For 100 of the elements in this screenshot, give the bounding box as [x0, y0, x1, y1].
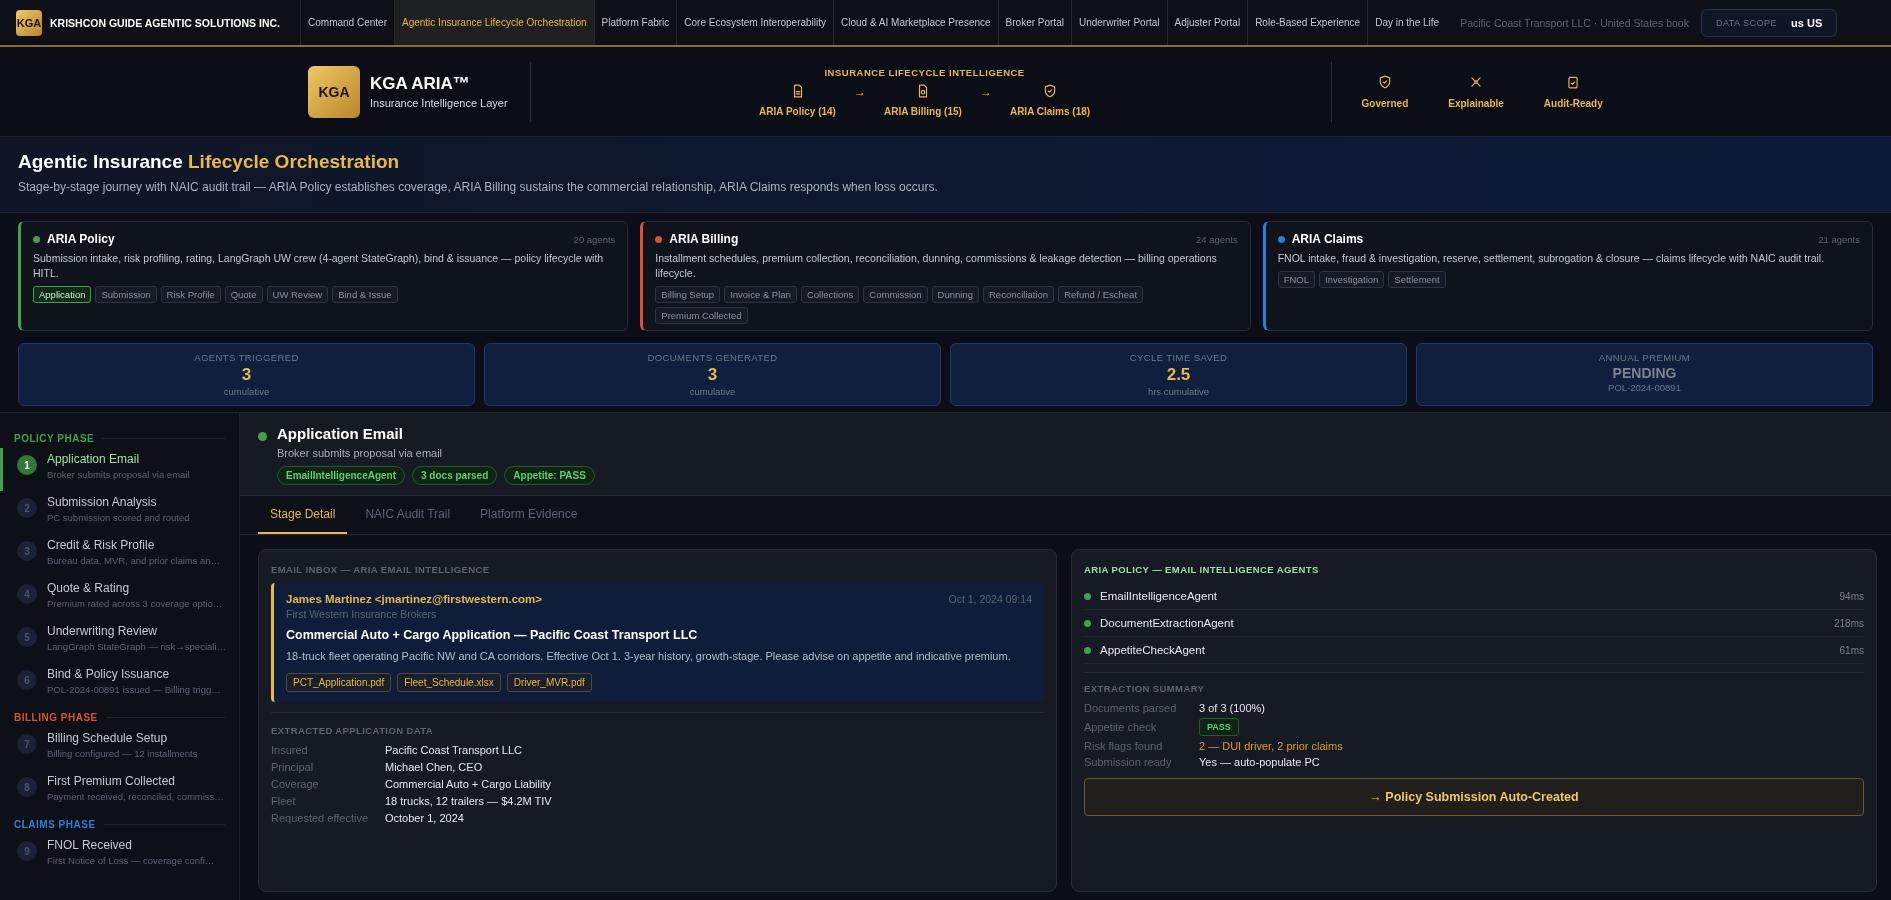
- product-logo: KGA: [308, 65, 360, 118]
- step-title: Quote & Rating: [47, 581, 131, 595]
- field-label: Appetite check: [1084, 721, 1158, 733]
- agent-latency: 61ms: [1839, 644, 1864, 656]
- stage-chip[interactable]: Dunning: [931, 286, 979, 304]
- stage-subtitle: Broker submits proposal via email: [277, 447, 444, 459]
- flow-label: ARIA Billing (15): [883, 105, 962, 117]
- company-name: KRISHCON GUIDE AGENTIC SOLUTIONS INC.: [50, 16, 281, 29]
- stat-value: 2.5: [1166, 365, 1191, 385]
- section-heading: ARIA POLICY — EMAIL INTELLIGENCE AGENTS: [1084, 564, 1320, 575]
- phase-heading: POLICY PHASE: [14, 433, 95, 444]
- phase-heading: CLAIMS PHASE: [14, 819, 96, 830]
- field-label: Documents parsed: [1084, 702, 1178, 714]
- field-value: Yes — auto-populate PC: [1199, 756, 1321, 768]
- stat-label: AGENTS TRIGGERED: [194, 352, 299, 363]
- stage-chip[interactable]: Application: [33, 286, 92, 304]
- email-body: 18-truck fleet operating Pacific NW and CA corridors. Effective Oct 1. 3-year history, growth-stage. Please advise on appetite and indicative premium.: [286, 649, 1012, 664]
- stat-caption: hrs cumulative: [1147, 386, 1210, 397]
- policy-submission-button[interactable]: → Policy Submission Auto-Created: [1084, 778, 1864, 816]
- nav-tab[interactable]: Day in the Life: [1367, 0, 1447, 45]
- nav-tab[interactable]: Core Ecosystem Interoperability: [676, 0, 834, 45]
- step-description: POL-2024-00891 issued — Billing trigg…: [47, 684, 221, 695]
- nav-tab[interactable]: Command Center: [300, 0, 394, 45]
- status-dot: [258, 432, 267, 441]
- stage-chip[interactable]: Investigation: [1319, 271, 1385, 289]
- step-title: Application Email: [47, 452, 141, 466]
- nav-tab[interactable]: Platform Fabric: [593, 0, 677, 45]
- step-description: LangGraph StateGraph — risk→speciali…: [47, 641, 226, 652]
- nav-tab[interactable]: Underwriter Portal: [1070, 0, 1167, 45]
- stat-value: 3: [707, 365, 718, 385]
- product-subtitle: Insurance Intelligence Layer: [370, 97, 508, 109]
- step-title: First Premium Collected: [47, 774, 177, 788]
- attachment-chip[interactable]: PCT_Application.pdf: [286, 672, 392, 692]
- nav-tab[interactable]: Broker Portal: [997, 0, 1071, 45]
- step-title: Submission Analysis: [47, 495, 158, 509]
- field-value: 18 trucks, 12 trailers — $4.2M TIV: [385, 794, 553, 807]
- stage-chip[interactable]: Refund / Escheat: [1058, 286, 1144, 304]
- stage-chip[interactable]: Invoice & Plan: [724, 286, 797, 304]
- field-label: Fleet: [271, 794, 297, 807]
- stage-chip[interactable]: Collections: [800, 286, 860, 304]
- agent-count: 21 agents: [1818, 233, 1860, 245]
- stat-value: 3: [241, 365, 252, 385]
- stage-chip[interactable]: Quote: [224, 286, 263, 304]
- tab[interactable]: Stage Detail: [258, 496, 348, 534]
- flow-label: ARIA Policy (14): [759, 105, 836, 117]
- card-title: ARIA Claims: [1291, 232, 1364, 246]
- badge-label: Governed: [1361, 97, 1409, 109]
- status-tag: Appetite: PASS: [504, 466, 595, 485]
- stat-value: PENDING: [1612, 365, 1677, 381]
- step-description: Billing configured — 12 installments: [47, 748, 198, 759]
- field-label: Insured: [271, 743, 309, 756]
- step-title: Underwriting Review: [47, 624, 159, 638]
- section-heading: EXTRACTION SUMMARY: [1084, 683, 1206, 694]
- stage-chip[interactable]: Submission: [95, 286, 157, 304]
- attachment-chip[interactable]: Fleet_Schedule.xlsx: [397, 672, 501, 692]
- stat-label: CYCLE TIME SAVED: [1129, 352, 1228, 363]
- section-heading: EMAIL INBOX — ARIA EMAIL INTELLIGENCE: [271, 564, 491, 575]
- email-date: Oct 1, 2024 09:14: [948, 593, 1032, 605]
- field-value: Pacific Coast Transport LLC: [385, 743, 523, 756]
- field-value: Michael Chen, CEO: [385, 760, 484, 773]
- field-label: Principal: [271, 760, 315, 773]
- product-title: KGA ARIA™: [370, 74, 471, 94]
- step-description: Broker submits proposal via email: [47, 469, 190, 480]
- stage-chip[interactable]: UW Review: [266, 286, 329, 304]
- stage-chip[interactable]: Risk Profile: [160, 286, 221, 304]
- field-label: Requested effective: [271, 811, 370, 824]
- step-description: Payment received, reconciled, commiss…: [47, 791, 224, 802]
- stat-label: DOCUMENTS GENERATED: [647, 352, 778, 363]
- card-title: ARIA Policy: [47, 232, 115, 246]
- stage-chip[interactable]: Billing Setup: [655, 286, 721, 304]
- stage-chip[interactable]: Reconciliation: [983, 286, 1055, 304]
- agent-latency: 218ms: [1834, 617, 1864, 629]
- pass-badge: PASS: [1199, 718, 1239, 736]
- nav-tab[interactable]: Role-Based Experience: [1247, 0, 1368, 45]
- attachment-chip[interactable]: Driver_MVR.pdf: [506, 672, 592, 692]
- clipboard-check-icon: [1566, 74, 1581, 89]
- stage-chip[interactable]: Premium Collected: [655, 307, 748, 325]
- shield-icon: [1377, 74, 1392, 89]
- agent-name: DocumentExtractionAgent: [1100, 617, 1234, 629]
- step-description: PC submission scored and routed: [47, 512, 190, 523]
- stat-label: ANNUAL PREMIUM: [1598, 352, 1691, 363]
- status-tag: 3 docs parsed: [412, 466, 498, 485]
- nav-tab[interactable]: Cloud & AI Marketplace Presence: [833, 0, 998, 45]
- sender-organization: First Western Insurance Brokers: [286, 608, 438, 620]
- page-title: Agentic Insurance Lifecycle Orchestration: [18, 151, 400, 172]
- stage-chip[interactable]: Settlement: [1388, 271, 1446, 289]
- field-label: Coverage: [271, 777, 320, 790]
- step-title: FNOL Received: [47, 838, 133, 852]
- warning-value: 2 — DUI driver, 2 prior claims: [1199, 740, 1344, 752]
- stat-caption: cumulative: [223, 386, 270, 397]
- stage-chip[interactable]: FNOL: [1277, 271, 1315, 289]
- stage-chip[interactable]: Bind & Issue: [332, 286, 398, 304]
- field-label: Submission ready: [1084, 756, 1173, 768]
- nav-tab[interactable]: Agentic Insurance Lifecycle Orchestration: [393, 0, 594, 45]
- data-scope-selector[interactable]: DATA SCOPE us US: [1700, 8, 1838, 37]
- nav-tab[interactable]: Adjuster Portal: [1166, 0, 1248, 45]
- stage-chip[interactable]: Commission: [863, 286, 928, 304]
- field-value: Commercial Auto + Cargo Liability: [385, 777, 552, 790]
- card-description: FNOL intake, fraud & investigation, reserve, settlement, subrogation & closure — claims lifecycle with NAIC audit trail.: [1277, 251, 1826, 266]
- card-title: ARIA Billing: [669, 232, 739, 246]
